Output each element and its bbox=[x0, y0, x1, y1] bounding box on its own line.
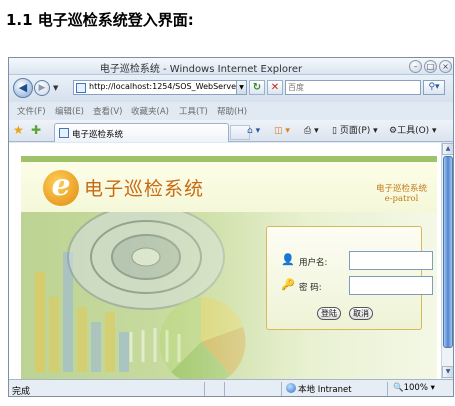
header-brand-cn: 电子巡检系统 bbox=[375, 184, 427, 194]
zoom-icon: 🔍 bbox=[393, 383, 404, 393]
user-icon: 👤 bbox=[281, 253, 295, 266]
menu-edit[interactable]: 编辑(E) bbox=[55, 105, 84, 117]
globe-icon bbox=[286, 383, 296, 393]
vertical-scrollbar[interactable]: ▲ ▼ bbox=[441, 143, 453, 379]
title-bar: 电子巡检系统 - Windows Internet Explorer – □ × bbox=[9, 58, 453, 75]
stop-icon: ✕ bbox=[270, 82, 280, 93]
cancel-button[interactable]: 取消 bbox=[349, 307, 373, 320]
login-background: 👤 用户名: 🔑 密 码: 登陆 取消 bbox=[21, 212, 437, 379]
forward-icon: ▶ bbox=[38, 83, 46, 93]
username-label: 用户名: bbox=[299, 258, 328, 268]
status-text: 完成 bbox=[12, 387, 31, 397]
window-title: 电子巡检系统 - Windows Internet Explorer bbox=[99, 64, 303, 75]
address-bar: ◀ ▶ ▼ http://localhost:1254/SOS_WebServe… bbox=[9, 75, 453, 102]
menu-bar: 文件(F) 编辑(E) 查看(V) 收藏夹(A) 工具(T) 帮助(H) bbox=[9, 102, 453, 120]
zoom-level: 100% bbox=[403, 383, 428, 393]
feeds-icon: ◫ bbox=[274, 126, 283, 136]
tools-menu-label: 工具(O) bbox=[397, 126, 430, 136]
security-zone[interactable]: 本地 Intranet bbox=[286, 383, 352, 395]
header-brand: 电子巡检系统 e-patrol bbox=[376, 182, 427, 204]
logo-title: 电子巡检系统 bbox=[84, 178, 205, 200]
page-header: e 电子巡检系统 电子巡检系统 e-patrol bbox=[21, 162, 437, 212]
page-menu-button[interactable]: ▯ 页面(P) ▾ bbox=[332, 125, 378, 137]
status-divider bbox=[387, 382, 388, 396]
password-label: 密 码: bbox=[299, 283, 322, 293]
scroll-up-button[interactable]: ▲ bbox=[442, 143, 453, 155]
favorites-star-icon[interactable]: ★ bbox=[13, 124, 24, 136]
key-icon: 🔑 bbox=[281, 278, 295, 291]
zoom-control[interactable]: 🔍100% ▾ bbox=[393, 383, 435, 393]
url-dropdown[interactable]: ▼ bbox=[236, 81, 246, 94]
menu-view[interactable]: 查看(V) bbox=[93, 105, 122, 117]
search-button[interactable]: ⚲▾ bbox=[423, 80, 445, 95]
back-icon: ◀ bbox=[18, 81, 28, 94]
feeds-button[interactable]: ◫ ▾ bbox=[274, 125, 290, 137]
logo-e-icon: e bbox=[43, 170, 79, 206]
tab-label: 电子巡检系统 bbox=[72, 130, 124, 140]
back-button[interactable]: ◀ bbox=[13, 78, 33, 98]
search-input[interactable] bbox=[286, 81, 420, 94]
page-icon: ▯ bbox=[332, 126, 337, 136]
close-button[interactable]: × bbox=[439, 60, 452, 73]
scroll-thumb[interactable] bbox=[443, 156, 453, 348]
refresh-icon: ↻ bbox=[252, 82, 262, 93]
tab-current[interactable]: 电子巡检系统 bbox=[54, 123, 229, 142]
page-viewport: e 电子巡检系统 电子巡检系统 e-patrol 👤 用户名: 🔑 密 码: 登… bbox=[9, 143, 441, 379]
header-brand-en: e-patrol bbox=[384, 194, 419, 204]
minimize-button[interactable]: – bbox=[409, 60, 422, 73]
print-icon: ⎙ bbox=[304, 126, 312, 136]
zone-label: 本地 Intranet bbox=[298, 385, 352, 395]
ie-window: 电子巡检系统 - Windows Internet Explorer – □ ×… bbox=[8, 57, 454, 397]
print-button[interactable]: ⎙ ▾ bbox=[304, 125, 319, 137]
menu-file[interactable]: 文件(F) bbox=[17, 105, 46, 117]
page-menu-label: 页面(P) bbox=[339, 126, 371, 136]
stop-button[interactable]: ✕ bbox=[267, 80, 283, 95]
decorative-collage bbox=[21, 212, 271, 379]
status-divider bbox=[204, 382, 205, 396]
page-favicon-icon bbox=[76, 83, 86, 93]
username-input[interactable] bbox=[349, 251, 433, 270]
document-heading: 1.1 电子巡检系统登入界面: bbox=[6, 11, 194, 29]
login-panel: 👤 用户名: 🔑 密 码: 登陆 取消 bbox=[266, 226, 433, 330]
home-icon: ⌂ bbox=[247, 126, 253, 136]
scroll-down-button[interactable]: ▼ bbox=[442, 366, 453, 378]
menu-tools[interactable]: 工具(T) bbox=[179, 105, 208, 117]
search-icon: ⚲▾ bbox=[428, 82, 440, 92]
status-divider bbox=[224, 382, 225, 396]
login-button[interactable]: 登陆 bbox=[317, 307, 341, 320]
tab-favicon-icon bbox=[59, 128, 69, 138]
status-bar: 完成 本地 Intranet 🔍100% ▾ bbox=[9, 379, 453, 397]
home-button[interactable]: ⌂ ▾ bbox=[247, 125, 260, 137]
tools-menu-button[interactable]: ⚙工具(O) ▾ bbox=[389, 125, 437, 137]
status-divider bbox=[281, 382, 282, 396]
url-text: http://localhost:1254/SOS_WebServer/inde bbox=[89, 82, 247, 91]
history-dropdown[interactable]: ▼ bbox=[53, 84, 58, 92]
search-field[interactable] bbox=[285, 80, 421, 95]
forward-button[interactable]: ▶ bbox=[34, 80, 50, 96]
menu-help[interactable]: 帮助(H) bbox=[217, 105, 247, 117]
refresh-button[interactable]: ↻ bbox=[249, 80, 265, 95]
tools-icon: ⚙ bbox=[389, 126, 398, 136]
add-favorites-icon[interactable]: ✚ bbox=[31, 124, 41, 136]
url-field[interactable]: http://localhost:1254/SOS_WebServer/inde… bbox=[73, 80, 247, 95]
password-input[interactable] bbox=[349, 276, 433, 295]
maximize-button[interactable]: □ bbox=[424, 60, 437, 73]
tab-bar: ★ ✚ 电子巡检系统 ⌂ ▾ ◫ ▾ ⎙ ▾ ▯ 页面(P) ▾ ⚙工具(O) … bbox=[9, 120, 453, 142]
menu-favorites[interactable]: 收藏夹(A) bbox=[131, 105, 169, 117]
